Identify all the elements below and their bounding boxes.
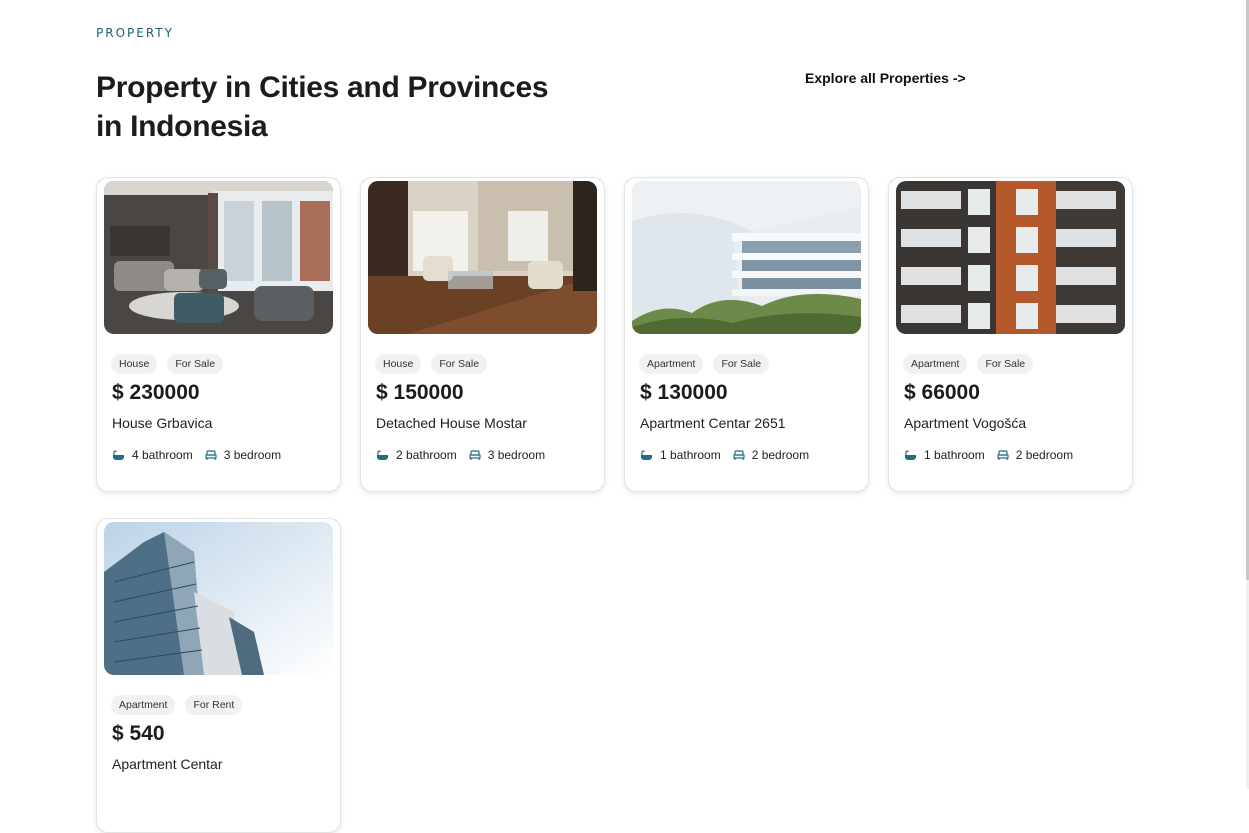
property-price: $ 130000 [640, 381, 728, 404]
bedroom-label: 3 bedroom [223, 448, 282, 462]
property-name: Apartment Centar 2651 [640, 415, 786, 431]
bedroom-label: 2 bedroom [751, 448, 810, 462]
property-image [368, 181, 597, 334]
property-price: $ 66000 [904, 381, 980, 404]
listing-status-tag: For Rent [185, 695, 243, 715]
bathroom-count: 1 bathroom [904, 448, 985, 462]
bedroom-count: 2 bedroom [733, 448, 809, 462]
property-name: Apartment Vogošća [904, 415, 1027, 431]
property-name: Apartment Centar [112, 756, 223, 772]
bathroom-label: 1 bathroom [660, 448, 721, 462]
bathroom-label: 2 bathroom [396, 448, 457, 462]
section-eyebrow: PROPERTY [96, 26, 174, 40]
property-price: $ 540 [112, 722, 165, 745]
bedroom-label: 2 bedroom [1015, 448, 1074, 462]
bathroom-count: 4 bathroom [112, 448, 193, 462]
bedroom-count: 3 bedroom [205, 448, 281, 462]
property-price: $ 150000 [376, 381, 464, 404]
property-grid: House For Sale $ 230000 House Grbavica 4… [96, 177, 1136, 833]
bedroom-label: 3 bedroom [487, 448, 546, 462]
bathtub-icon [905, 449, 916, 460]
property-type-tag: Apartment [903, 354, 968, 374]
property-card[interactable]: Apartment For Sale $ 130000 Apartment Ce… [624, 177, 869, 492]
property-card[interactable]: House For Sale $ 230000 House Grbavica 4… [96, 177, 341, 492]
bedroom-count: 3 bedroom [469, 448, 545, 462]
property-price: $ 230000 [112, 381, 200, 404]
property-type-tag: House [111, 354, 158, 374]
bathroom-count: 2 bathroom [376, 448, 457, 462]
listing-status-tag: For Sale [431, 354, 488, 374]
property-card[interactable]: Apartment For Sale $ 66000 Apartment Vog… [888, 177, 1133, 492]
property-type-tag: Apartment [111, 695, 176, 715]
bathtub-icon [113, 449, 124, 460]
property-image [632, 181, 861, 334]
property-name: House Grbavica [112, 415, 213, 431]
section-title: Property in Cities and Provinces in Indo… [96, 71, 549, 143]
bathtub-icon [641, 449, 652, 460]
property-image [104, 181, 333, 334]
property-image [104, 522, 333, 675]
explore-all-properties-link[interactable]: Explore all Properties -> [805, 70, 966, 86]
bed-icon [469, 449, 481, 460]
property-name: Detached House Mostar [376, 415, 527, 431]
bathtub-icon [377, 449, 388, 460]
bed-icon [205, 449, 217, 460]
property-card[interactable]: House For Sale $ 150000 Detached House M… [360, 177, 605, 492]
bedroom-count: 2 bedroom [997, 448, 1073, 462]
bed-icon [733, 449, 745, 460]
listing-status-tag: For Sale [977, 354, 1034, 374]
bathroom-count: 1 bathroom [640, 448, 721, 462]
property-type-tag: House [375, 354, 422, 374]
listing-status-tag: For Sale [167, 354, 224, 374]
property-type-tag: Apartment [639, 354, 704, 374]
property-image [896, 181, 1125, 334]
bed-icon [997, 449, 1009, 460]
property-card[interactable]: Apartment For Rent $ 540 Apartment Centa… [96, 518, 341, 833]
bathroom-label: 1 bathroom [924, 448, 985, 462]
listing-status-tag: For Sale [713, 354, 770, 374]
bathroom-label: 4 bathroom [132, 448, 193, 462]
